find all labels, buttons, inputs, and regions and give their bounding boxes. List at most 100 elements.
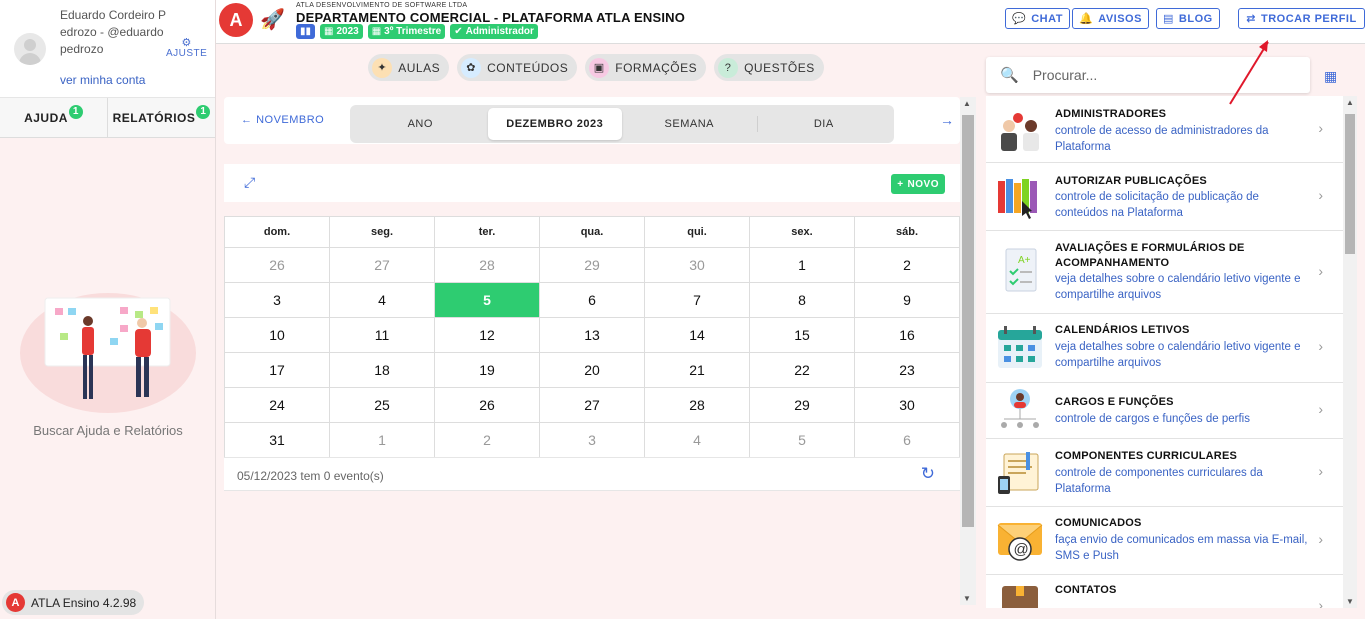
day-cell[interactable]: 27 [329, 247, 435, 283]
prev-month-button[interactable]: ← NOVEMBRO [241, 114, 324, 126]
calendar-icon: ▦ [371, 26, 382, 37]
day-cell[interactable]: 26 [434, 387, 540, 423]
day-cell[interactable]: 3 [224, 282, 330, 318]
avisos-button[interactable]: 🔔 AVISOS [1072, 8, 1149, 29]
day-cell[interactable]: 5 [749, 422, 855, 458]
scrollbar-thumb[interactable] [962, 115, 974, 527]
view-month[interactable]: DEZEMBRO 2023 [487, 108, 622, 140]
avisos-label: AVISOS [1098, 12, 1142, 25]
view-ano[interactable]: ANO [353, 108, 488, 140]
scroll-down-icon[interactable]: ▼ [1346, 597, 1354, 606]
refresh-icon[interactable]: ↻ [921, 464, 935, 484]
view-semana[interactable]: SEMANA [622, 108, 757, 140]
day-cell[interactable]: 26 [224, 247, 330, 283]
view-dia[interactable]: DIA [756, 108, 892, 140]
day-cell[interactable]: 29 [749, 387, 855, 423]
day-cell[interactable]: 17 [224, 352, 330, 388]
module-desc: controle de cargos e funções de perfis [1055, 413, 1250, 425]
day-cell[interactable]: 1 [329, 422, 435, 458]
day-cell[interactable]: 9 [854, 282, 960, 318]
blog-button[interactable]: ▤ BLOG [1156, 8, 1220, 29]
day-cell[interactable]: 30 [644, 247, 750, 283]
next-month-icon[interactable]: → [940, 112, 954, 128]
day-cell[interactable]: 13 [539, 317, 645, 353]
trocar-perfil-button[interactable]: ⇄ TROCAR PERFIL [1238, 8, 1365, 29]
calendar-icon: ▦ [324, 26, 334, 37]
day-cell[interactable]: 23 [854, 352, 960, 388]
day-cell[interactable]: 5 [434, 282, 540, 318]
stats-chip[interactable]: ▮▮ [296, 24, 316, 39]
list-item[interactable]: AUTORIZAR PUBLICAÇÕES controle de solici… [986, 163, 1343, 231]
day-cell[interactable]: 21 [644, 352, 750, 388]
settings-label: AJUSTE [166, 48, 208, 59]
day-cell[interactable]: 16 [854, 317, 960, 353]
bell-icon: 🔔 [1079, 13, 1094, 25]
day-cell[interactable]: 22 [749, 352, 855, 388]
chat-button[interactable]: 💬 CHAT [1005, 8, 1070, 29]
day-cell[interactable]: 20 [539, 352, 645, 388]
pill-conteudos[interactable]: ✿ CONTEÚDOS [457, 54, 578, 81]
year-chip[interactable]: ▦ 2023 [320, 24, 363, 39]
day-cell[interactable]: 4 [644, 422, 750, 458]
annotation-arrow-icon [1229, 40, 1269, 105]
day-cell[interactable]: 28 [644, 387, 750, 423]
contacts-icon [1002, 586, 1038, 608]
list-item[interactable]: CALENDÁRIOS LETIVOS veja detalhes sobre … [986, 314, 1343, 383]
day-cell[interactable]: 27 [539, 387, 645, 423]
week-row: 24 25 26 27 28 29 30 [224, 387, 960, 423]
day-cell[interactable]: 30 [854, 387, 960, 423]
tab-relatorios[interactable]: RELATÓRIOS 1 [107, 98, 215, 137]
module-list-scrollbar[interactable]: ▲ ▼ [1343, 96, 1357, 608]
module-title: CALENDÁRIOS LETIVOS [1055, 324, 1190, 336]
day-cell[interactable]: 3 [539, 422, 645, 458]
day-cell[interactable]: 2 [434, 422, 540, 458]
module-title: AUTORIZAR PUBLICAÇÕES [1055, 175, 1207, 187]
list-item[interactable]: COMPONENTES CURRICULARES controle de com… [986, 439, 1343, 507]
list-item[interactable]: @ COMUNICADOS faça envio de comunicados … [986, 507, 1343, 575]
list-item[interactable]: A+ AVALIAÇÕES E FORMULÁRIOS DE ACOMPANHA… [986, 231, 1343, 314]
weekday-header: dom. seg. ter. qua. qui. sex. sáb. [224, 216, 960, 248]
user-avatar[interactable] [14, 33, 46, 65]
list-item[interactable]: ADMINISTRADORES controle de acesso de ad… [986, 96, 1343, 163]
day-cell[interactable]: 18 [329, 352, 435, 388]
settings-button[interactable]: ⚙ AJUSTE [166, 38, 208, 60]
day-cell[interactable]: 15 [749, 317, 855, 353]
day-cell[interactable]: 4 [329, 282, 435, 318]
pill-questoes[interactable]: ? QUESTÕES [714, 54, 824, 81]
grid-view-icon[interactable]: ▦ [1324, 68, 1337, 85]
pill-aulas[interactable]: ✦ AULAS [368, 54, 450, 81]
day-cell[interactable]: 31 [224, 422, 330, 458]
atla-logo[interactable]: A [219, 3, 253, 37]
day-cell[interactable]: 2 [854, 247, 960, 283]
day-cell[interactable]: 6 [539, 282, 645, 318]
list-item[interactable]: CONTATOS › [986, 575, 1343, 608]
scroll-down-icon[interactable]: ▼ [963, 594, 971, 603]
day-cell[interactable]: 1 [749, 247, 855, 283]
day-cell[interactable]: 28 [434, 247, 540, 283]
tab-ajuda[interactable]: AJUDA 1 [0, 98, 107, 137]
expand-icon[interactable]: ⤢ [244, 174, 255, 191]
scroll-up-icon[interactable]: ▲ [963, 99, 971, 108]
scrollbar-thumb[interactable] [1345, 114, 1355, 254]
pill-formacoes[interactable]: ▣ FORMAÇÕES [585, 54, 707, 81]
day-cell[interactable]: 10 [224, 317, 330, 353]
day-cell[interactable]: 24 [224, 387, 330, 423]
list-item[interactable]: CARGOS E FUNÇÕES controle de cargos e fu… [986, 383, 1343, 439]
module-desc: controle de solicitação de publicação de… [1055, 191, 1259, 219]
day-cell[interactable]: 11 [329, 317, 435, 353]
my-account-link[interactable]: ver minha conta [60, 73, 145, 87]
new-event-button[interactable]: + NOVO [891, 174, 945, 194]
day-cell[interactable]: 7 [644, 282, 750, 318]
day-cell[interactable]: 8 [749, 282, 855, 318]
day-cell[interactable]: 6 [854, 422, 960, 458]
term-chip[interactable]: ▦ 3º Trimestre [367, 24, 446, 39]
day-cell[interactable]: 14 [644, 317, 750, 353]
day-cell[interactable]: 12 [434, 317, 540, 353]
role-chip[interactable]: ✔ Administrador [450, 24, 538, 39]
scroll-up-icon[interactable]: ▲ [1346, 98, 1354, 107]
day-cell[interactable]: 19 [434, 352, 540, 388]
day-cell[interactable]: 25 [329, 387, 435, 423]
calendar-scrollbar[interactable]: ▲ ▼ [960, 97, 976, 605]
calendar-footer: 05/12/2023 tem 0 evento(s) ↻ [224, 457, 960, 491]
day-cell[interactable]: 29 [539, 247, 645, 283]
